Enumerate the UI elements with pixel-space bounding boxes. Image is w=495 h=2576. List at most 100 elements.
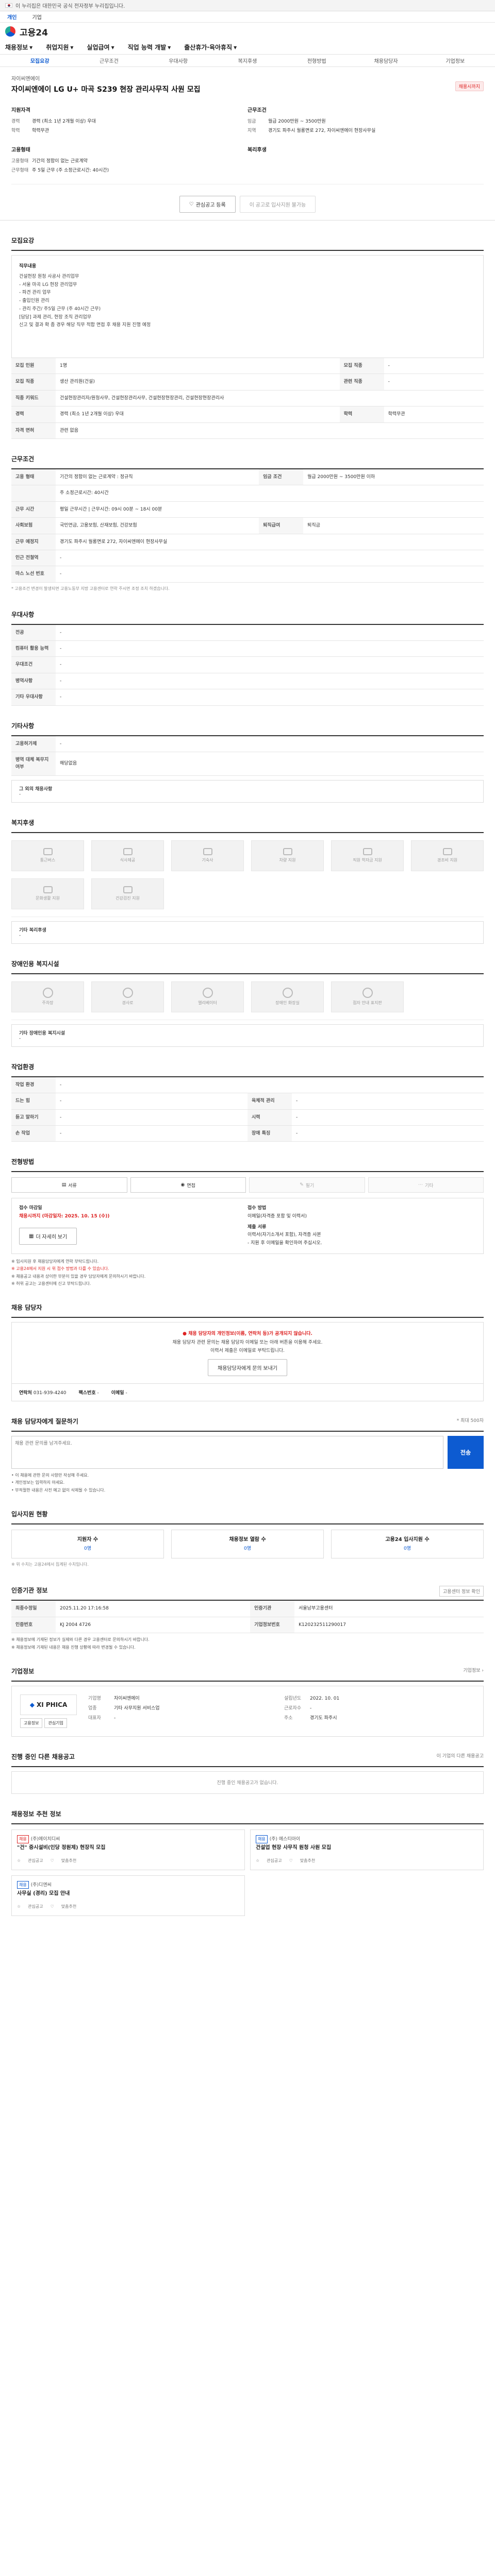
- nav-employment-support[interactable]: 취업지원 ▾: [46, 43, 73, 52]
- other-title: 기타사항: [11, 706, 484, 736]
- facility-item: 엘리베이터: [171, 981, 244, 1012]
- contact-manager-button[interactable]: 채용담당자에게 문의 보내기: [208, 1359, 287, 1376]
- center-info-button[interactable]: 고용센터 정보 확인: [439, 1586, 484, 1597]
- rec-section: 채용정보 추천 정보 채용 (주)에이치디씨 "건" 증시설비(인당 정원제) 현…: [0, 1794, 495, 1916]
- detail-button[interactable]: ▦ 더 자세히 보기: [19, 1227, 77, 1245]
- tab-prefer[interactable]: 우대사항: [144, 57, 213, 64]
- company-name[interactable]: 자이씨엔에이: [11, 74, 484, 82]
- alert-icon: ●: [183, 1331, 187, 1337]
- section-tabs: 모집요강 근무조건 우대사항 복지후생 전형방법 채용담당자 기업정보: [0, 55, 495, 67]
- welfare-item: 직원 학자금 지원: [331, 840, 404, 871]
- nav-leave[interactable]: 출산휴가·육아휴직 ▾: [184, 43, 237, 52]
- tab-recruit[interactable]: 모집요강: [5, 57, 74, 64]
- flag-icon: [5, 3, 12, 8]
- tab-method[interactable]: 전형방법: [282, 57, 351, 64]
- thumb-icon: ♡: [50, 1904, 54, 1909]
- tab-corp[interactable]: 기업정보: [421, 57, 490, 64]
- method-interview: ◉ 면접: [130, 1177, 246, 1193]
- mgmt-notes: ※ 채용정보에 기재된 정보가 실제와 다른 경우 고용센터로 문의하시기 바랍…: [11, 1637, 150, 1650]
- nav-unemployment[interactable]: 실업급여 ▾: [87, 43, 114, 52]
- tab-welfare[interactable]: 복지후생: [213, 57, 282, 64]
- company-logo: ◆ XI PHICA: [20, 1694, 77, 1715]
- rec-card[interactable]: 채용 (주)디엔씨 사무실 (경리) 모집 안내 ☆ 관심공고 ♡ 맞춤추천: [11, 1875, 245, 1916]
- stat-applicants: 지원자 수 0명: [11, 1530, 164, 1559]
- tab-work[interactable]: 근무조건: [74, 57, 143, 64]
- user-type-bar: 개인 기업: [0, 11, 495, 23]
- logo-icon[interactable]: [5, 26, 15, 37]
- qa-notes: • 이 채용에 관한 문의 사항만 작성해 주세요. • 개인정보는 입력하지 …: [11, 1472, 106, 1493]
- dorm-icon: [203, 848, 212, 856]
- stat-online: 고용24 입사지원 수 0명: [331, 1530, 484, 1559]
- corp-fav-button[interactable]: 관심기업: [44, 1718, 67, 1728]
- corp-more-link[interactable]: 기업정보 ›: [463, 1667, 484, 1673]
- document-icon: ▤: [61, 1182, 67, 1188]
- user-type-personal[interactable]: 개인: [7, 13, 16, 21]
- work-env-section: 작업환경 작업 환경 - 드는 힘 - 육체적 관리 - 듣고 말하기 - 시력 - 손 작업…: [0, 1047, 495, 1142]
- rec-card[interactable]: 채용 (주) 에스티아이 건설업 현장 사무직 원청 사원 모집 ☆ 관심공고 ♡ 맞춤…: [250, 1829, 484, 1870]
- welfare-item: 문화생활 지원: [11, 878, 84, 909]
- welfare-other: 기타 복리후생 -: [11, 921, 484, 944]
- welfare-item: 경조비 지원: [411, 840, 484, 871]
- apply-button[interactable]: 이 공고로 입사지원 불가능: [239, 196, 316, 213]
- recruit-table: 모집 인원 1명 모집 직종 - 모집 직종 생산 관리원(건설) 관련 직종 - 직종 키…: [11, 358, 484, 439]
- disabled-section: 장애인용 복지시설 주차장 경사로 엘리베이터 장애인 화장실 점자 안내 표지…: [0, 944, 495, 1047]
- work-table: 고용 형태 기간의 정함이 없는 근로계약 : 정규직 임금 조건 월급 2000만원…: [11, 469, 484, 583]
- method-notes: ※ 입사지원 후 채용담당자에게 연락 부탁드립니다. ※ 고용24에서 지원 …: [11, 1259, 146, 1286]
- welfare-item: 식사제공: [91, 840, 164, 871]
- job-description: 직무내용 건설현장 원청 사공사 관리업무 - 서울 마곡 LG 현장 관리업무…: [11, 255, 484, 358]
- stat-views: 채용정보 열람 수 0명: [171, 1530, 324, 1559]
- conditions-heading: 근무조건: [248, 108, 267, 113]
- disabled-title: 장애인용 복지시설: [11, 944, 484, 974]
- welfare-item: 건강검진 지원: [91, 878, 164, 909]
- parking-icon: [42, 988, 53, 998]
- welfare-item: 통근버스: [11, 840, 84, 871]
- others-title: 진행 중인 다른 채용공고 이 기업의 다른 채용공고: [11, 1737, 484, 1767]
- manager-title: 채용 담당자: [11, 1287, 484, 1318]
- corp-info-button[interactable]: 고용정보: [20, 1718, 43, 1728]
- mgmt-title: 인증기관 정보 고용센터 정보 확인: [11, 1570, 484, 1601]
- work-section: 근무조건 고용 형태 기간의 정함이 없는 근로계약 : 정규직 임금 조건 월급 2…: [0, 439, 495, 595]
- others-empty: 진행 중인 채용공고가 없습니다.: [11, 1771, 484, 1794]
- corp-info: 기업명 자이씨엔에이 설립년도 2022. 10. 01 업종 기타 사무지원 서비스…: [88, 1696, 340, 1721]
- mgmt-table: 최종수정일 2025.11.20 17:16:58 인증기관 서울남부고용센터 인증번…: [11, 1601, 484, 1634]
- star-icon: ☆: [256, 1858, 260, 1863]
- deadline-badge: 채용시까지: [455, 81, 484, 91]
- ramp-icon: [122, 988, 133, 998]
- manager-section: 채용 담당자 ● 채용 담당자의 개인정보(이름, 연락처 등)가 공개되지 않…: [0, 1287, 495, 1401]
- calendar-icon: ▦: [29, 1233, 34, 1239]
- benefit-heading: 복리후생: [248, 147, 267, 153]
- status-section: 입사지원 현황 지원자 수 0명 채용정보 열람 수 0명 고용24 입사지원 수0…: [0, 1494, 495, 1570]
- gov-banner: 이 누리집은 대한민국 공식 전자정부 누리집입니다.: [0, 0, 495, 11]
- welfare-grid: 통근버스 식사제공 기숙사 차량 지원 직원 학자금 지원 경조비 지원 문화생…: [11, 833, 484, 917]
- braille-icon: [362, 988, 373, 998]
- method-title: 전형방법: [11, 1142, 484, 1173]
- nav-training[interactable]: 직업 능력 개발 ▾: [128, 43, 171, 52]
- prefer-table: 전공 - 컴퓨터 활용 능력 - 우대조건 - 병역사항 - 기타 우대사항 -: [11, 624, 484, 706]
- user-type-company[interactable]: 기업: [32, 13, 41, 21]
- meal-icon: [123, 848, 133, 856]
- apply-info: 접수 마감일 채용시까지 (마감일자: 2025. 10. 15 (수)) ▦ 더…: [11, 1198, 484, 1254]
- disabled-grid: 주차장 경사로 엘리베이터 장애인 화장실 점자 안내 표지판: [11, 974, 484, 1020]
- others-section: 진행 중인 다른 채용공고 이 기업의 다른 채용공고 진행 중인 채용공고가 없…: [0, 1737, 495, 1794]
- corp-title: 기업정보 기업정보 ›: [11, 1651, 484, 1682]
- qa-input[interactable]: [11, 1435, 443, 1469]
- rec-card[interactable]: 채용 (주)에이치디씨 "건" 증시설비(인당 정원제) 현장직 모집 ☆ 관심공고…: [11, 1829, 245, 1870]
- elevator-icon: [202, 988, 213, 998]
- car-icon: [283, 848, 292, 856]
- nav-jobs[interactable]: 채용정보 ▾: [5, 43, 32, 52]
- gift-icon: [442, 848, 452, 856]
- save-job-button[interactable]: ♡ 관심공고 등록: [179, 196, 236, 213]
- manager-alert: ● 채용 담당자의 개인정보(이름, 연락처 등)가 공개되지 않습니다. 채용…: [11, 1322, 484, 1384]
- site-logo[interactable]: 고용24: [20, 25, 48, 38]
- status-note: ※ 위 수치는 고용24에서 집계된 수치입니다.: [11, 1562, 89, 1567]
- main-nav: 채용정보 ▾ 취업지원 ▾ 실업급여 ▾ 직업 능력 개발 ▾ 출산휴가·육아휴…: [0, 40, 495, 55]
- employment-heading: 고용형태: [11, 147, 30, 153]
- qa-submit-button[interactable]: 전송: [448, 1435, 484, 1469]
- qa-section: 채용 담당자에게 질문하기* 최대 500자 전송 • 이 채용에 관한 문의 …: [0, 1401, 495, 1494]
- graduation-icon: [362, 848, 372, 856]
- work-env-title: 작업환경: [11, 1047, 484, 1077]
- job-summary: 자이씨엔에이 자이씨엔에이 LG U+ 마곡 S239 현장 관리사무직 사원 …: [0, 67, 495, 221]
- welfare-section: 복지후생 통근버스 식사제공 기숙사 차량 지원 직원 학자금 지원 경조비 지…: [0, 803, 495, 944]
- recruit-title: 모집요강: [11, 221, 484, 251]
- tab-manager[interactable]: 채용담당자: [351, 57, 420, 64]
